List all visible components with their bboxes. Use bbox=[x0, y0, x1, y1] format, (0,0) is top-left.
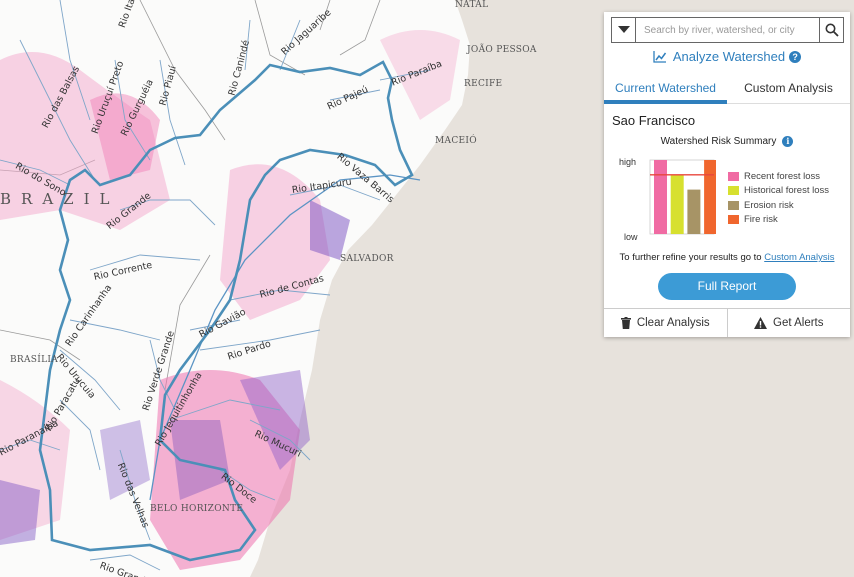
legend-swatch bbox=[728, 200, 739, 210]
search-button[interactable] bbox=[819, 18, 843, 42]
risk-summary-title: Watershed Risk Summary bbox=[660, 136, 777, 147]
chart-legend: Recent forest loss Historical forest loss… bbox=[728, 169, 829, 227]
tab-custom-analysis[interactable]: Custom Analysis bbox=[727, 78, 850, 104]
chart-axis-high-label: high bbox=[619, 157, 637, 167]
panel-footer: Clear Analysis Get Alerts bbox=[604, 308, 850, 337]
risk-bar-recent-forest-loss bbox=[654, 160, 667, 234]
risk-summary-heading: Watershed Risk Summary i bbox=[604, 136, 850, 147]
warning-icon bbox=[754, 317, 767, 329]
get-alerts-label: Get Alerts bbox=[773, 317, 824, 329]
clear-analysis-label: Clear Analysis bbox=[636, 317, 710, 329]
analyze-watershed-label: Analyze Watershed bbox=[672, 49, 786, 64]
clear-analysis-button[interactable]: Clear Analysis bbox=[604, 309, 727, 337]
risk-bar-erosion-risk bbox=[687, 189, 701, 234]
refine-note: To further refine your results go to Cus… bbox=[604, 252, 850, 263]
legend-item: Fire risk bbox=[728, 213, 829, 228]
search-dropdown-button[interactable] bbox=[612, 18, 636, 42]
city-joao-pessoa: JOÃO PESSOA bbox=[467, 45, 537, 55]
watershed-name: Sao Francisco bbox=[612, 113, 696, 128]
risk-bar-chart bbox=[649, 159, 716, 235]
search-icon bbox=[825, 23, 839, 37]
info-icon[interactable]: i bbox=[782, 136, 794, 147]
caret-down-icon bbox=[617, 26, 630, 33]
refine-text: To further refine your results go to bbox=[619, 252, 765, 263]
analyze-watershed-button[interactable]: Analyze Watershed? bbox=[604, 49, 850, 64]
risk-bar-fire-risk bbox=[704, 160, 716, 234]
legend-swatch bbox=[728, 186, 739, 196]
legend-swatch bbox=[728, 171, 739, 181]
full-report-button[interactable]: Full Report bbox=[658, 273, 796, 300]
analysis-panel: Analyze Watershed? Current Watershed Cus… bbox=[604, 12, 850, 337]
city-salvador: SALVADOR bbox=[340, 254, 394, 264]
line-chart-icon bbox=[653, 51, 666, 63]
city-brasilia: BRASÍLIA bbox=[10, 355, 59, 365]
city-belo-horizonte: BELO HORIZONTE bbox=[150, 504, 244, 514]
tab-current-watershed[interactable]: Current Watershed bbox=[604, 78, 727, 104]
help-icon[interactable]: ? bbox=[789, 51, 802, 63]
legend-item: Recent forest loss bbox=[728, 169, 829, 184]
search-input[interactable] bbox=[636, 18, 819, 42]
risk-bar-historical-forest-loss bbox=[670, 174, 684, 234]
legend-label: Historical forest loss bbox=[744, 185, 829, 197]
city-natal: NATAL bbox=[455, 0, 489, 10]
legend-swatch bbox=[728, 215, 739, 225]
legend-label: Fire risk bbox=[744, 214, 778, 226]
chart-axis-low-label: low bbox=[624, 232, 638, 242]
legend-label: Erosion risk bbox=[744, 199, 794, 211]
legend-item: Erosion risk bbox=[728, 198, 829, 213]
search-bar bbox=[611, 17, 844, 43]
legend-label: Recent forest loss bbox=[744, 170, 821, 182]
trash-icon bbox=[620, 317, 631, 329]
city-recife: RECIFE bbox=[464, 79, 503, 89]
city-maceio: MACEIÓ bbox=[435, 136, 477, 146]
custom-analysis-link[interactable]: Custom Analysis bbox=[764, 252, 834, 263]
panel-tabs: Current Watershed Custom Analysis bbox=[604, 78, 850, 104]
get-alerts-button[interactable]: Get Alerts bbox=[726, 309, 851, 337]
legend-item: Historical forest loss bbox=[728, 184, 829, 199]
